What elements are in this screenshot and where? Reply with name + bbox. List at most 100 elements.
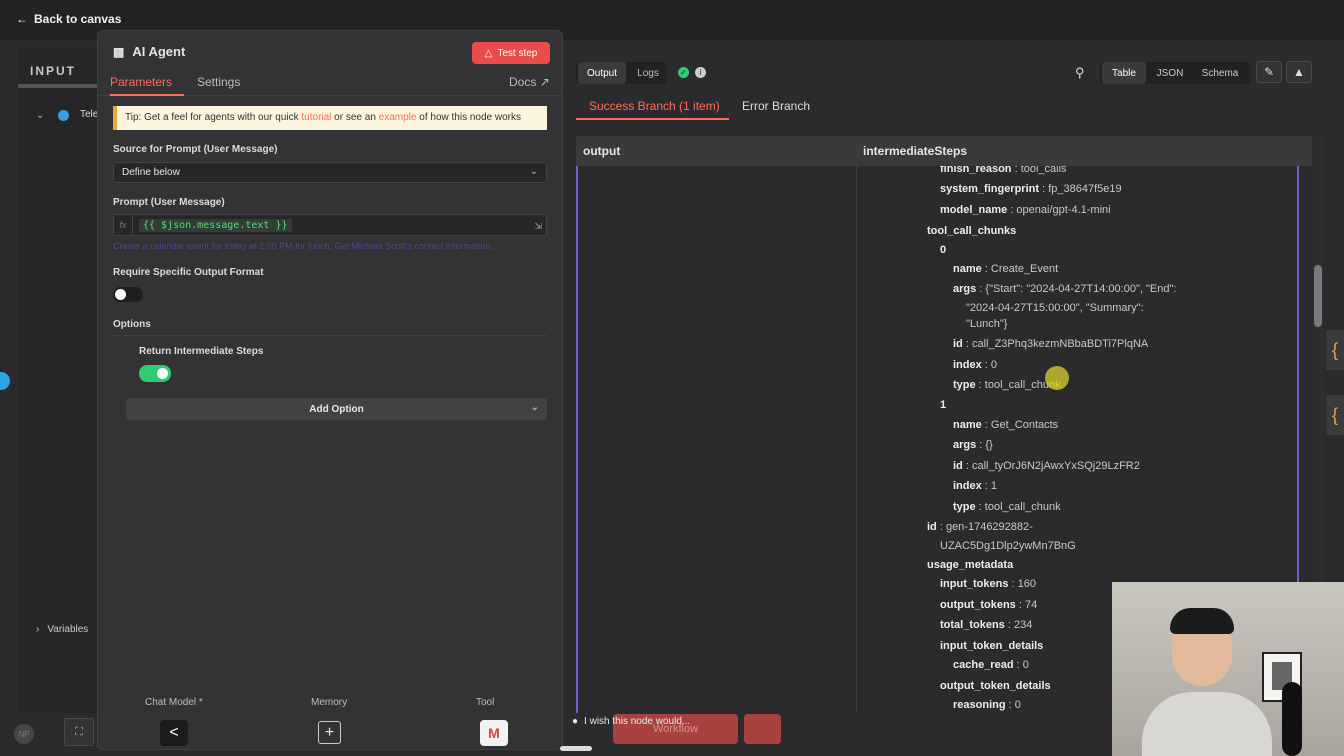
chat-model-label: Chat Model * [145, 697, 203, 708]
table-row: name : Get_Contacts [953, 418, 1058, 432]
node-title: ▩ AI Agent [113, 44, 186, 59]
back-to-canvas-link[interactable]: ← Back to canvas [16, 12, 121, 26]
microphone-arm [1282, 682, 1302, 756]
table-row: "Lunch"} [966, 317, 1007, 331]
row-value: : 0 [981, 359, 998, 371]
table-row: finish_reason : tool_calls [940, 166, 1067, 176]
table-row: index : 1 [953, 479, 997, 493]
row-key: type [953, 379, 976, 391]
memory-label: Memory [311, 697, 348, 708]
chevron-down-icon: ⌄ [529, 166, 538, 177]
feedback-prompt[interactable]: ● I wish this node would... [572, 716, 690, 727]
pin-icon[interactable]: ▲ [1286, 61, 1312, 83]
row-key: model_name [940, 204, 1008, 216]
options-label: Options [113, 319, 151, 330]
add-option-button[interactable]: Add Option ⌄ [126, 398, 547, 420]
lightbulb-icon: ● [572, 716, 579, 727]
row-value: : 234 [1004, 619, 1033, 631]
row-value: : 74 [1015, 599, 1038, 611]
gmail-icon[interactable]: M [480, 720, 508, 746]
tab-output[interactable]: Output [578, 62, 626, 84]
table-row: tool_call_chunks [927, 224, 1016, 238]
edit-icon[interactable]: ✎ [1256, 61, 1282, 83]
prompt-expression-input[interactable]: fx {{ $json.message.text }} ⇲ [113, 214, 547, 236]
active-tab-indicator [110, 94, 184, 96]
row-value: : Get_Contacts [981, 419, 1059, 431]
selected-item-border-right [1297, 166, 1299, 586]
input-scrollbar[interactable] [18, 84, 98, 88]
table-row: type : tool_call_chunk [953, 500, 1061, 514]
chevron-down-icon[interactable]: ⌄ [36, 110, 44, 121]
row-key: finish_reason [940, 166, 1012, 175]
tutorial-link[interactable]: tutorial [301, 112, 331, 123]
row-key: name [953, 263, 982, 275]
row-value: : 1 [981, 480, 998, 492]
curly-brace-icon[interactable]: { [1326, 395, 1344, 435]
row-value: : 0 [1005, 699, 1021, 711]
row-value: : call_tyOrJ6N2jAwxYxSQj29LzFR2 [962, 460, 1140, 472]
output-format-toggle[interactable] [113, 287, 143, 302]
table-row: reasoning : 0 [953, 698, 1021, 712]
avatar[interactable]: NP [14, 724, 34, 744]
table-row: cache_read : 0 [953, 658, 1029, 672]
test-step-button[interactable]: △ Test step [472, 42, 550, 64]
error-branch-tab[interactable]: Error Branch [742, 99, 810, 113]
docs-link[interactable]: Docs ↗ [509, 75, 550, 89]
source-select[interactable]: Define below ⌄ [113, 162, 547, 183]
view-schema[interactable]: Schema [1194, 62, 1246, 84]
row-key: id [927, 521, 937, 533]
table-row: index : 0 [953, 358, 997, 372]
tab-logs[interactable]: Logs [628, 62, 668, 84]
toggle-knob [115, 289, 126, 300]
return-steps-label: Return Intermediate Steps [139, 346, 264, 357]
tab-parameters[interactable]: Parameters [110, 75, 172, 89]
row-key: 1 [940, 399, 947, 411]
row-value: : call_Z3Phq3kezmNBbaBDTi7PlqNA [962, 338, 1149, 350]
trash-icon[interactable] [744, 714, 781, 744]
active-branch-indicator [576, 118, 729, 120]
divider [113, 335, 547, 336]
row-key: 0 [940, 244, 947, 256]
table-row: input_token_details [940, 639, 1043, 653]
row-key: type [953, 501, 976, 513]
chat-model-share-icon[interactable]: < [160, 720, 188, 746]
return-steps-toggle[interactable] [139, 365, 171, 382]
node-settings-panel [97, 30, 563, 750]
row-key: id [953, 338, 963, 350]
search-icon[interactable]: ⚲ [1075, 65, 1085, 81]
fit-view-icon[interactable]: ⛶ [64, 718, 94, 746]
drag-handle[interactable] [560, 746, 592, 751]
arrow-left-icon: ← [16, 12, 28, 26]
curly-brace-icon[interactable]: { [1326, 330, 1344, 370]
table-row: id : gen-1746292882- [927, 520, 1033, 534]
person-hair [1170, 608, 1234, 634]
row-value: : tool_call_chunk [975, 501, 1061, 513]
success-branch-tab[interactable]: Success Branch (1 item) [589, 99, 720, 113]
view-json[interactable]: JSON [1150, 62, 1190, 84]
row-key: reasoning [953, 699, 1006, 711]
row-key: index [953, 480, 982, 492]
add-memory-button[interactable]: + [318, 721, 341, 744]
input-panel [18, 48, 98, 713]
row-value: : Create_Event [981, 263, 1059, 275]
input-panel-title: INPUT [30, 64, 76, 78]
row-value: "2024-04-27T15:00:00", "Summary": [966, 302, 1144, 314]
table-row: output_token_details [940, 679, 1051, 693]
row-key: input_token_details [940, 640, 1044, 652]
telegram-node-icon [0, 372, 10, 390]
view-table[interactable]: Table [1102, 62, 1146, 84]
scrollbar-thumb[interactable] [1314, 265, 1322, 327]
selected-item-border [576, 166, 578, 713]
prompt-label: Prompt (User Message) [113, 197, 225, 208]
tab-settings[interactable]: Settings [197, 75, 240, 89]
table-row: 1 [940, 398, 946, 412]
table-row: id : call_Z3Phq3kezmNBbaBDTi7PlqNA [953, 337, 1148, 351]
info-icon[interactable]: i [695, 67, 706, 78]
example-link[interactable]: example [379, 112, 417, 123]
row-value: : {} [976, 439, 993, 451]
row-key: output_tokens [940, 599, 1016, 611]
webcam-video-overlay [1112, 582, 1344, 756]
row-key: system_fingerprint [940, 183, 1040, 195]
variables-toggle[interactable]: › Variables [36, 624, 88, 635]
expand-icon[interactable]: ⇲ [534, 221, 542, 232]
